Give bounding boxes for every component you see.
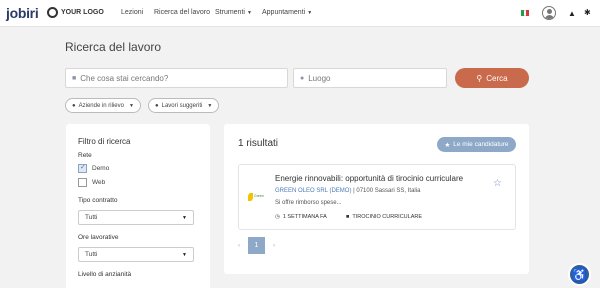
nav-ricerca-del-lavoro[interactable]: Ricerca del lavoro xyxy=(154,9,210,16)
top-navbar: jobiri YOUR LOGO Lezioni Ricerca del lav… xyxy=(0,0,600,27)
chevron-down-icon: ▼ xyxy=(307,10,313,16)
nav-lezioni[interactable]: Lezioni xyxy=(121,9,143,16)
company-name[interactable]: GREEN OLEO SRL (DEMO) xyxy=(275,188,351,194)
search-button[interactable]: ⚲ Cerca xyxy=(455,68,529,88)
briefcase-icon: ■ xyxy=(346,214,350,220)
page-title: Ricerca del lavoro xyxy=(65,40,162,54)
job-contract: ■ TIROCINIO CURRICULARE xyxy=(346,214,422,220)
chevron-down-icon: ▼ xyxy=(207,102,213,109)
results-panel: 1 risultati ★ Le mie candidature Green E… xyxy=(224,124,529,274)
job-description: Si offre rimborso spese... xyxy=(275,200,342,206)
seniority-label: Livello di anzianità xyxy=(78,271,132,278)
checkbox-web-label: Web xyxy=(92,179,106,186)
star-icon: ★ xyxy=(444,141,451,149)
job-posted-label: 1 SETTIMANA FA xyxy=(282,214,327,220)
rete-label: Rete xyxy=(78,152,92,159)
pin-icon: ● xyxy=(72,102,76,109)
keyword-input[interactable] xyxy=(80,73,231,83)
chip-label: Aziende in rilievo xyxy=(78,102,124,109)
results-count: 1 risultati xyxy=(238,138,279,149)
job-contract-label: TIROCINIO CURRICULARE xyxy=(352,214,422,220)
flag-italy-icon[interactable] xyxy=(521,10,530,16)
checkbox-demo[interactable] xyxy=(78,163,87,173)
dropdown-arrow-icon: ▼ xyxy=(182,251,187,258)
filter-title: Filtro di ricerca xyxy=(78,137,131,146)
nav-appuntamenti-label: Appuntamenti xyxy=(262,9,306,16)
checkbox-web[interactable] xyxy=(78,178,87,187)
pagination: ‹ 1 › xyxy=(238,237,275,254)
location-search-field[interactable]: ● xyxy=(293,68,447,88)
map-pin-icon: ● xyxy=(300,74,305,82)
user-avatar-icon[interactable] xyxy=(542,6,556,20)
keyword-search-field[interactable]: ■ xyxy=(65,68,288,88)
brand-secondary: YOUR LOGO xyxy=(61,9,104,16)
dropdown-arrow-icon: ▼ xyxy=(182,214,187,221)
clock-icon: ◷ xyxy=(275,214,280,220)
search-icon: ⚲ xyxy=(476,73,483,83)
filter-panel: Filtro di ricerca Rete Demo Web Tipo con… xyxy=(66,124,210,288)
chevron-down-icon: ▼ xyxy=(246,10,252,16)
accessibility-icon[interactable]: ♿ xyxy=(568,263,591,286)
chevron-down-icon: ▼ xyxy=(128,102,134,109)
job-card[interactable]: Green Energie rinnovabili: opportunità d… xyxy=(238,164,516,230)
company-logo: Green xyxy=(248,192,268,202)
favorite-star-icon[interactable]: ☆ xyxy=(493,178,502,189)
next-page-icon[interactable]: › xyxy=(273,243,275,249)
my-applications-button[interactable]: ★ Le mie candidature xyxy=(437,137,516,152)
contract-type-label: Tipo contratto xyxy=(78,197,118,204)
pin-icon: ● xyxy=(155,102,159,109)
job-posted: ◷ 1 SETTIMANA FA xyxy=(275,214,327,220)
working-hours-label: Ore lavorative xyxy=(78,234,119,241)
previous-page-icon[interactable]: ‹ xyxy=(238,243,240,249)
bell-icon[interactable]: ▲ xyxy=(568,9,576,18)
contract-type-value: Tutti xyxy=(85,214,98,221)
search-button-label: Cerca xyxy=(486,73,508,83)
nav-appuntamenti[interactable]: Appuntamenti ▼ xyxy=(262,9,312,16)
job-title[interactable]: Energie rinnovabili: opportunità di tiro… xyxy=(275,174,463,183)
page-button-current[interactable]: 1 xyxy=(248,237,265,254)
my-applications-label: Le mie candidature xyxy=(453,141,509,148)
gear-icon[interactable]: ✱ xyxy=(584,8,591,17)
job-location: | 07100 Sassari SS, Italia xyxy=(353,188,421,194)
chip-label: Lavori suggeriti xyxy=(161,102,203,109)
your-logo[interactable]: YOUR LOGO xyxy=(47,7,104,18)
brand-main: jobiri xyxy=(6,5,39,21)
location-input[interactable] xyxy=(308,73,429,83)
company-logo-text: Green xyxy=(254,194,264,198)
jobiri-logo[interactable]: jobiri xyxy=(6,5,39,21)
contract-type-select[interactable]: Tutti ▼ xyxy=(78,210,194,225)
working-hours-select[interactable]: Tutti ▼ xyxy=(78,247,194,262)
job-company-line: GREEN OLEO SRL (DEMO) | 07100 Sassari SS… xyxy=(275,188,420,194)
nav-strumenti[interactable]: Strumenti ▼ xyxy=(215,9,252,16)
briefcase-icon: ■ xyxy=(72,74,77,82)
checkbox-demo-label: Demo xyxy=(92,165,110,172)
logo-ring-icon xyxy=(47,7,58,18)
chip-aziende-in-rilievo[interactable]: ● Aziende in rilievo ▼ xyxy=(65,98,141,113)
chip-lavori-suggeriti[interactable]: ● Lavori suggeriti ▼ xyxy=(148,98,220,113)
nav-strumenti-label: Strumenti xyxy=(215,9,245,16)
working-hours-value: Tutti xyxy=(85,251,98,258)
